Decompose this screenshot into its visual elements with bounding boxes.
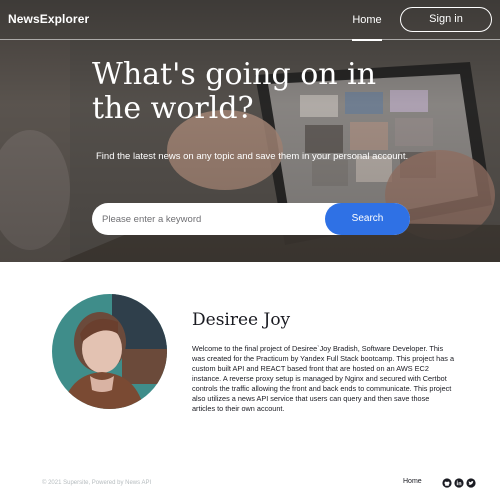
- hero-subtitle: Find the latest news on any topic and sa…: [96, 151, 409, 162]
- site-header: NewsExplorer Home Sign in: [0, 0, 500, 41]
- author-photo: [52, 294, 167, 409]
- author-avatar: [52, 294, 167, 409]
- hero-title: What's going on in the world?: [92, 57, 377, 126]
- site-logo[interactable]: NewsExplorer: [8, 12, 89, 26]
- site-footer: © 2021 Supersite, Powered by News API Ho…: [0, 470, 500, 500]
- author-name: Desiree Joy: [192, 310, 291, 330]
- footer-copyright: © 2021 Supersite, Powered by News API: [42, 480, 152, 486]
- signin-button[interactable]: Sign in: [400, 7, 492, 32]
- search-input[interactable]: [102, 203, 320, 235]
- linkedin-icon[interactable]: [454, 478, 464, 488]
- footer-home-link[interactable]: Home: [403, 478, 422, 485]
- github-icon[interactable]: [442, 478, 452, 488]
- author-bio: Welcome to the final project of Desiree`…: [192, 344, 455, 413]
- search-form: Search: [92, 203, 410, 235]
- nav-home-link[interactable]: Home: [350, 0, 384, 41]
- hero-section: NewsExplorer Home Sign in What's going o…: [0, 0, 500, 262]
- search-button[interactable]: Search: [325, 203, 410, 235]
- about-author-section: Desiree Joy Welcome to the final project…: [0, 262, 500, 442]
- twitter-icon[interactable]: [466, 478, 476, 488]
